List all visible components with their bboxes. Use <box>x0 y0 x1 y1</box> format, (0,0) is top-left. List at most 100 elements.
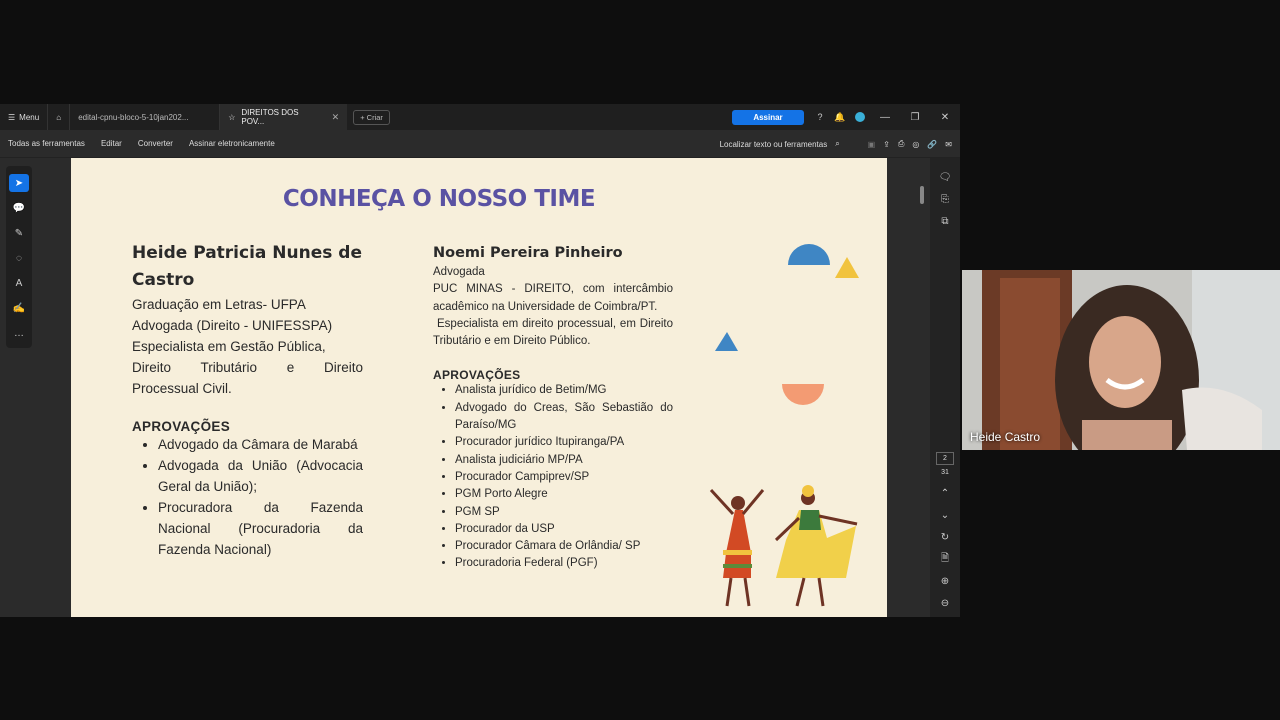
page-save-icon[interactable]: 🗎 <box>934 548 956 570</box>
pdf-reader-window: ☰ Menu ⌂ edital-cpnu-bloco-5-10jan202...… <box>0 104 960 617</box>
right-panel-rail: 🗨 ⎘ ⧉ 2 31 ⌃ ⌄ ↻ 🗎 ⊕ ⊖ <box>930 158 960 617</box>
dancer-left-illustration <box>709 488 765 607</box>
list-item: Procurador Câmara de Orlândia/ SP <box>455 538 673 555</box>
restore-icon[interactable]: ❐ <box>900 104 930 130</box>
member-info-line: Especialista em direito processual, em D… <box>433 317 673 348</box>
minimize-icon[interactable]: — <box>870 104 900 130</box>
list-item: Advogado da Câmara de Marabá <box>158 434 363 455</box>
toolbar: Todas as ferramentas Editar Converter As… <box>0 130 960 158</box>
new-tab-label: Criar <box>366 112 383 122</box>
list-item: Procurador da USP <box>455 521 673 538</box>
list-item: PGM Porto Alegre <box>455 486 673 503</box>
semicircle-blue-shape <box>788 244 830 265</box>
menu-button[interactable]: ☰ Menu <box>0 104 47 130</box>
tab-label: edital-cpnu-bloco-5-10jan202... <box>78 112 189 122</box>
tab-edital[interactable]: edital-cpnu-bloco-5-10jan202... <box>69 104 219 130</box>
total-pages: 31 <box>941 469 949 476</box>
tab-direitos[interactable]: ☆ DIREITOS DOS POV... ✕ <box>219 104 348 130</box>
tab-label: DIREITOS DOS POV... <box>241 108 299 126</box>
member-info-line: Advogada (Direito - UNIFESSPA) <box>132 318 333 333</box>
dancer-right-illustration <box>774 485 858 607</box>
titlebar-actions: Assinar ? 🔔 — ❐ ✕ <box>732 104 960 130</box>
approvals-list: Advogado da Câmara de Marabá Advogada da… <box>132 434 363 560</box>
member-info-line: Especialista em Gestão Pública, <box>132 339 326 354</box>
triangle-yellow-shape <box>835 257 859 278</box>
pages-icon[interactable]: ⧉ <box>934 210 956 232</box>
save-icon[interactable]: ▣ <box>868 140 876 149</box>
link-icon[interactable]: 🔗 <box>927 140 937 149</box>
text-box-icon[interactable]: A <box>9 274 29 292</box>
list-item: Procuradora da Fazenda Nacional (Procura… <box>158 497 363 560</box>
comments-panel-icon[interactable]: 🗨 <box>934 166 956 188</box>
profile-icon[interactable] <box>850 104 870 130</box>
member-info-line: Processual Civil. <box>132 381 232 396</box>
team-member-1: Heide Patricia Nunes de Castro Graduação… <box>132 240 363 560</box>
participant-video-image <box>962 270 1280 450</box>
home-icon: ⌂ <box>56 112 62 122</box>
new-tab-button[interactable]: + Criar <box>353 109 390 125</box>
toolbar-right: Localizar texto ou ferramentas ⌕ ▣ ⇪ ⎙ ◎… <box>720 130 952 158</box>
list-item: Procuradoria Federal (PGF) <box>455 555 673 572</box>
member-info-line: Direito Tributário e Direito <box>132 360 363 375</box>
member-info-line: Graduação em Letras- UFPA <box>132 297 306 312</box>
zoom-in-icon[interactable]: ⊕ <box>934 570 956 592</box>
vertical-scrollbar[interactable] <box>920 186 924 204</box>
zoom-out-icon[interactable]: ⊖ <box>934 592 956 614</box>
list-item: PGM SP <box>455 504 673 521</box>
plus-icon: + <box>360 112 365 122</box>
upload-icon[interactable]: ⇪ <box>883 140 890 149</box>
list-item: Procurador jurídico Itupiranga/PA <box>455 434 673 451</box>
approvals-heading: APROVAÇÕES <box>132 419 231 434</box>
pen-icon[interactable]: ✎ <box>9 224 29 242</box>
current-page-input[interactable]: 2 <box>936 452 954 465</box>
comment-icon[interactable]: 💬 <box>9 199 29 217</box>
document-page: CONHEÇA O NOSSO TIME Heide Patricia Nune… <box>71 158 887 617</box>
select-cursor-icon[interactable]: ➤ <box>9 174 29 192</box>
bookmarks-icon[interactable]: ⎘ <box>934 188 956 210</box>
home-button[interactable]: ⌂ <box>47 104 69 130</box>
mail-icon[interactable]: ✉ <box>945 140 952 149</box>
approvals-heading: APROVAÇÕES <box>433 368 521 383</box>
video-feed: Heide Castro <box>962 270 1280 450</box>
refresh-icon[interactable]: ↻ <box>934 526 956 548</box>
triangle-blue-shape <box>715 332 738 351</box>
bell-icon[interactable]: 🔔 <box>830 104 850 130</box>
help-icon[interactable]: ? <box>810 104 830 130</box>
semicircle-orange-shape <box>782 384 824 405</box>
close-window-icon[interactable]: ✕ <box>930 104 960 130</box>
hamburger-icon: ☰ <box>8 112 16 122</box>
member-name-cont: Castro <box>132 270 195 290</box>
close-icon[interactable]: ✕ <box>332 112 340 123</box>
tools-rail: ➤ 💬 ✎ ◌ A ✍ … <box>6 166 32 348</box>
search-tools-label[interactable]: Localizar texto ou ferramentas <box>720 140 828 149</box>
signature-icon[interactable]: ✍ <box>9 299 29 317</box>
member-role: Advogada <box>433 266 485 278</box>
member-name: Noemi Pereira Pinheiro <box>433 245 623 261</box>
menu-label: Menu <box>19 112 40 122</box>
chevron-down-icon[interactable]: ⌄ <box>934 504 956 526</box>
list-item: Analista judiciário MP/PA <box>455 452 673 469</box>
approvals-list: Analista jurídico de Betim/MG Advogado d… <box>433 382 673 572</box>
ai-assistant-icon[interactable]: ◎ <box>912 140 919 149</box>
slide-title: CONHEÇA O NOSSO TIME <box>282 186 596 212</box>
member-name: Heide Patricia Nunes de <box>132 243 363 263</box>
search-icon[interactable]: ⌕ <box>835 139 839 149</box>
team-member-2: Noemi Pereira Pinheiro Advogada PUC MINA… <box>433 242 673 573</box>
list-item: Advogado do Creas, São Sebastião do Para… <box>455 400 673 435</box>
title-bar: ☰ Menu ⌂ edital-cpnu-bloco-5-10jan202...… <box>0 104 960 130</box>
list-item: Analista jurídico de Betim/MG <box>455 382 673 399</box>
convert-button[interactable]: Converter <box>130 139 181 148</box>
list-item: Procurador Campiprev/SP <box>455 469 673 486</box>
sign-electronically-button[interactable]: Assinar eletronicamente <box>181 139 283 148</box>
member-info-line: PUC MINAS - DIREITO, com intercâmbio aca… <box>433 283 673 313</box>
print-icon[interactable]: ⎙ <box>898 139 904 149</box>
sign-button[interactable]: Assinar <box>732 109 804 125</box>
participant-name: Heide Castro <box>970 430 1041 444</box>
star-icon[interactable]: ☆ <box>228 113 235 122</box>
list-item: Advogada da União (Advocacia Geral da Un… <box>158 455 363 497</box>
edit-button[interactable]: Editar <box>93 139 130 148</box>
lasso-icon[interactable]: ◌ <box>9 249 29 267</box>
chevron-up-icon[interactable]: ⌃ <box>934 482 956 504</box>
all-tools-button[interactable]: Todas as ferramentas <box>0 139 93 148</box>
more-icon[interactable]: … <box>9 324 29 342</box>
